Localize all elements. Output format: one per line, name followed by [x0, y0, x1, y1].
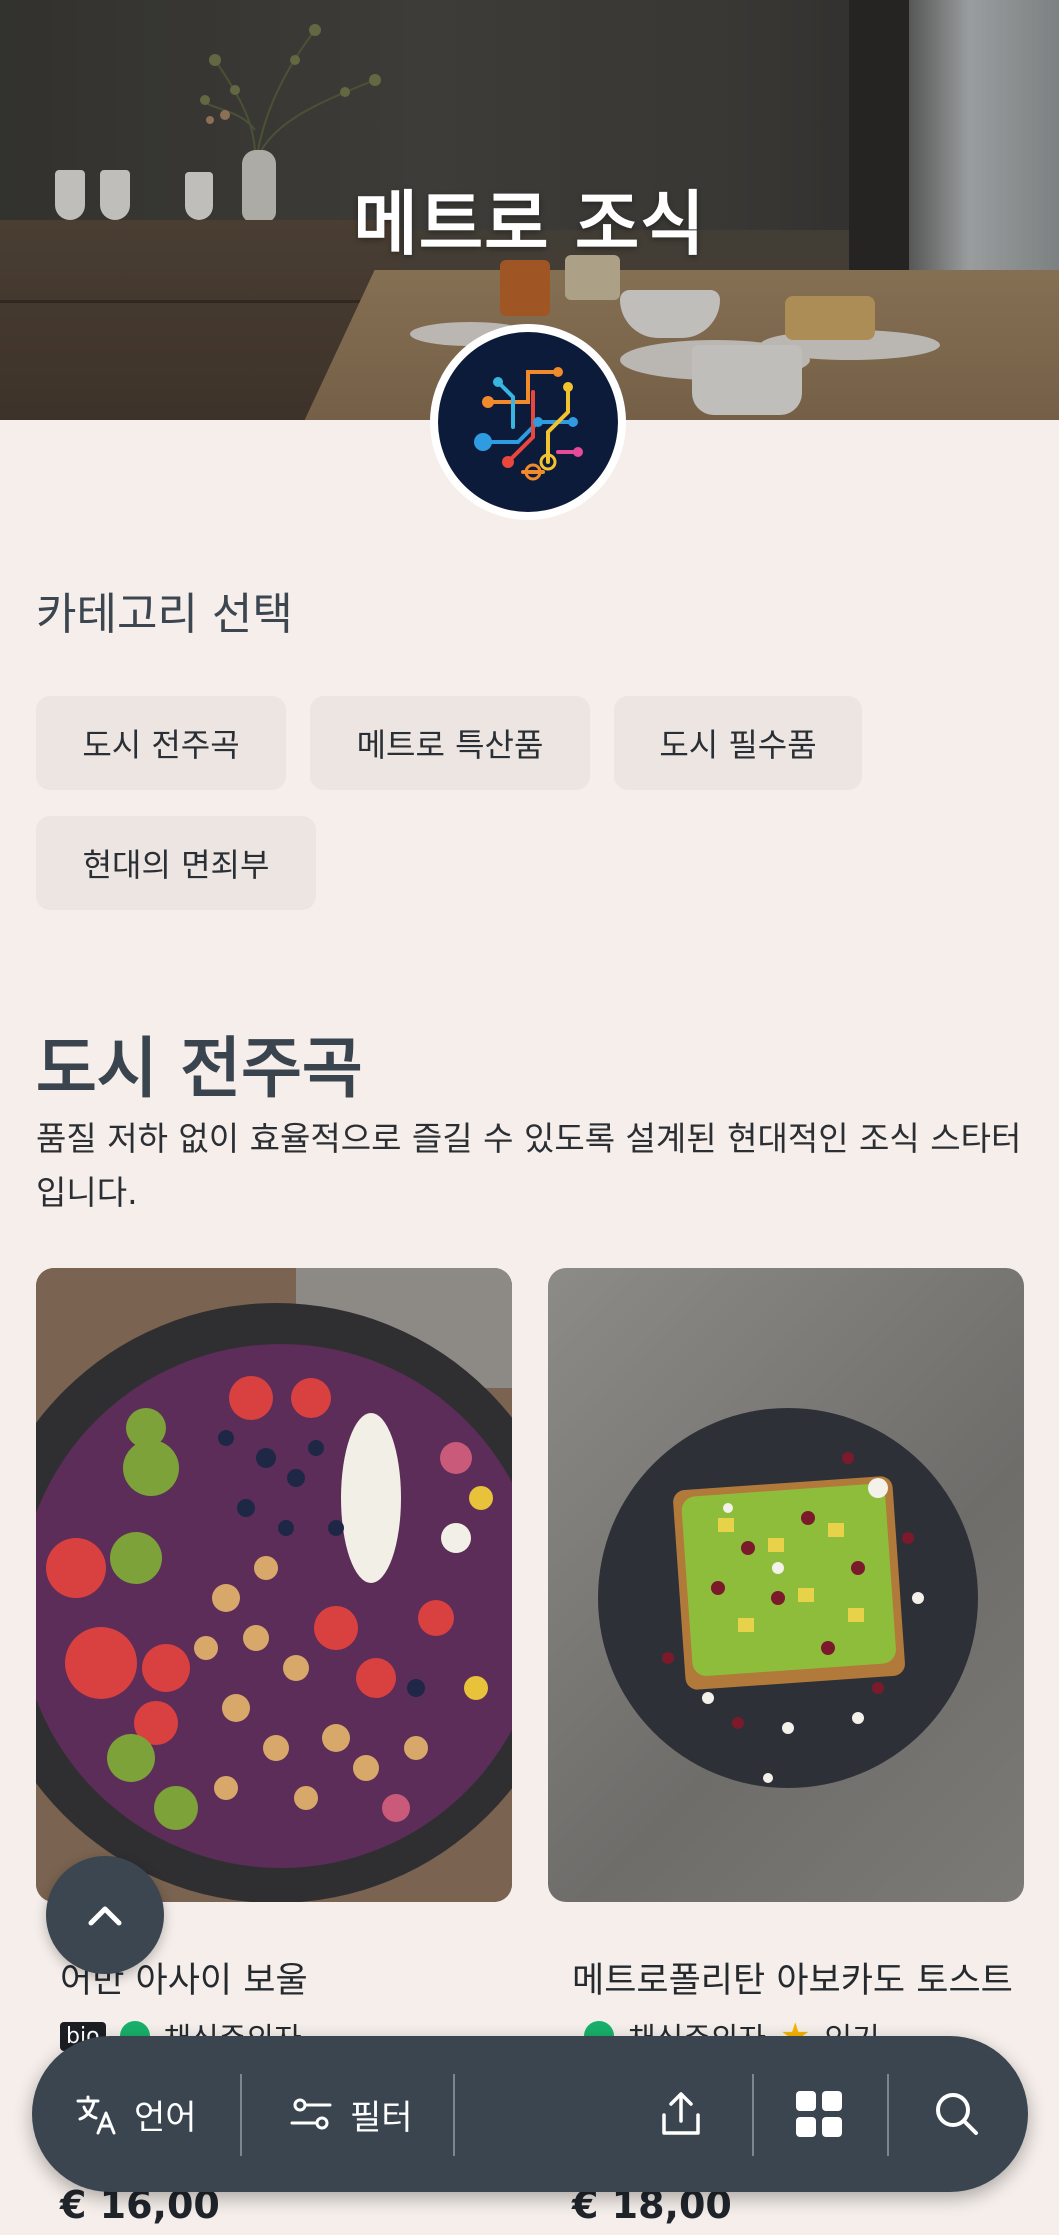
language-label: 언어 [134, 2097, 197, 2138]
share-icon [662, 2092, 700, 2135]
search-icon [936, 2093, 978, 2135]
product-image-acai-bowl[interactable] [36, 1268, 512, 1902]
share-button[interactable] [656, 2036, 706, 2192]
scroll-top-button[interactable] [46, 1856, 164, 1974]
bottom-toolbar: 언어 필터 [32, 2036, 1028, 2192]
filter-label: 필터 [350, 2097, 413, 2138]
filter-button[interactable]: 필터 [288, 2036, 413, 2192]
restaurant-logo [430, 324, 626, 520]
chevron-up-icon [88, 1906, 122, 1926]
search-button[interactable] [932, 2036, 982, 2192]
product-image-avocado-toast[interactable] [548, 1268, 1024, 1902]
category-chip-3[interactable]: 도시 필수품 [614, 696, 862, 790]
translate-icon [76, 2095, 116, 2135]
category-heading: 카테고리 선택 [36, 589, 293, 640]
category-chip-4[interactable]: 현대의 면죄부 [36, 816, 316, 910]
product-name[interactable]: 메트로폴리탄 아보카도 토스트 [572, 1952, 1013, 2003]
grid-view-button[interactable] [794, 2036, 844, 2192]
page-title: 메트로 조식 [353, 183, 706, 265]
filter-icon [290, 2098, 332, 2130]
section-title: 도시 전주곡 [36, 1030, 363, 1107]
section-description: 품질 저하 없이 효율적으로 즐길 수 있도록 설계된 현대적인 조식 스타터입… [36, 1119, 1022, 1212]
grid-icon [796, 2091, 842, 2137]
language-button[interactable]: 언어 [74, 2036, 197, 2192]
category-chip-1[interactable]: 도시 전주곡 [36, 696, 286, 790]
category-chip-2[interactable]: 메트로 특산품 [310, 696, 590, 790]
